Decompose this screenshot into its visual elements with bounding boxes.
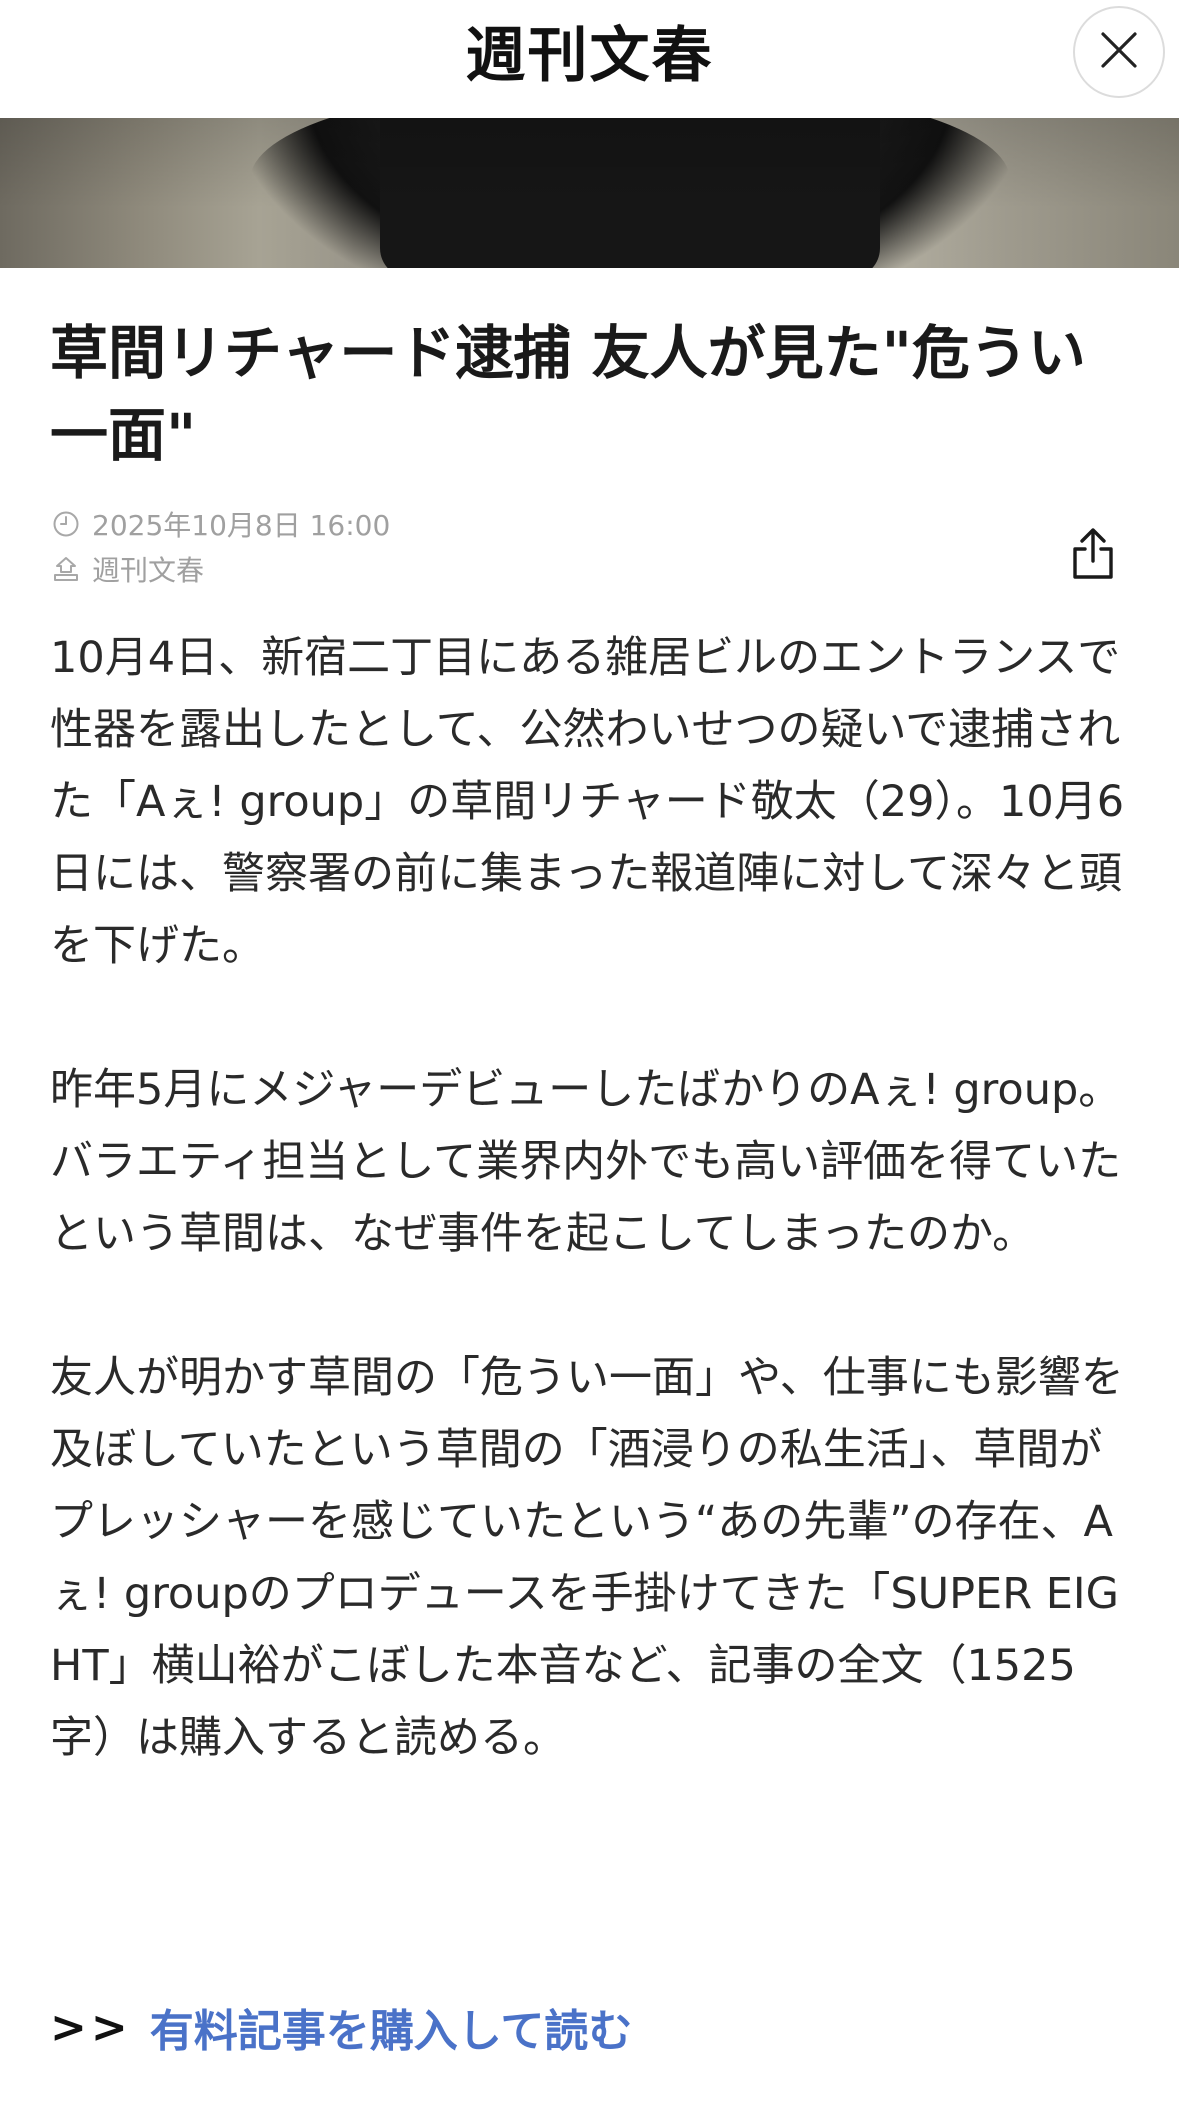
article-date-row: 2025年10月8日 16:00 <box>50 504 390 544</box>
article-source: 週刊文春 <box>92 554 205 587</box>
article-paragraph: 昨年5月にメジャーデビューしたばかりのAぇ! group。バラエティ担当として業… <box>50 1065 1122 1259</box>
share-button[interactable] <box>1065 526 1121 586</box>
cta-arrows: >> <box>50 2001 132 2053</box>
close-icon <box>1099 30 1139 74</box>
clock-icon <box>50 508 82 540</box>
article-body: 10月4日、新宿二丁目にある雑居ビルのエントランスで性器を露出したとして、公然わ… <box>50 622 1135 1846</box>
article-source-row: 週刊文春 <box>50 549 204 589</box>
article-hero-image <box>0 118 1179 268</box>
brand-logo: 週刊文春 <box>465 21 714 91</box>
app-header: 週刊文春 <box>0 0 1179 119</box>
article-title: 草間リチャード逮捕 友人が見た"危うい一面" <box>50 319 1086 469</box>
publisher-icon <box>50 553 82 585</box>
article-paragraph: 友人が明かす草間の「危うい一面」や、仕事にも影響を及ぼしていたという草間の「酒浸… <box>50 1353 1124 1763</box>
close-button[interactable] <box>1073 6 1165 98</box>
purchase-cta: >> 有料記事を購入して読む <box>50 1992 632 2062</box>
article-date: 2025年10月8日 16:00 <box>92 509 391 542</box>
purchase-article-link[interactable]: 有料記事を購入して読む <box>150 1995 633 2059</box>
share-icon <box>1069 527 1117 585</box>
article-paragraph: 10月4日、新宿二丁目にある雑居ビルのエントランスで性器を露出したとして、公然わ… <box>50 633 1125 971</box>
